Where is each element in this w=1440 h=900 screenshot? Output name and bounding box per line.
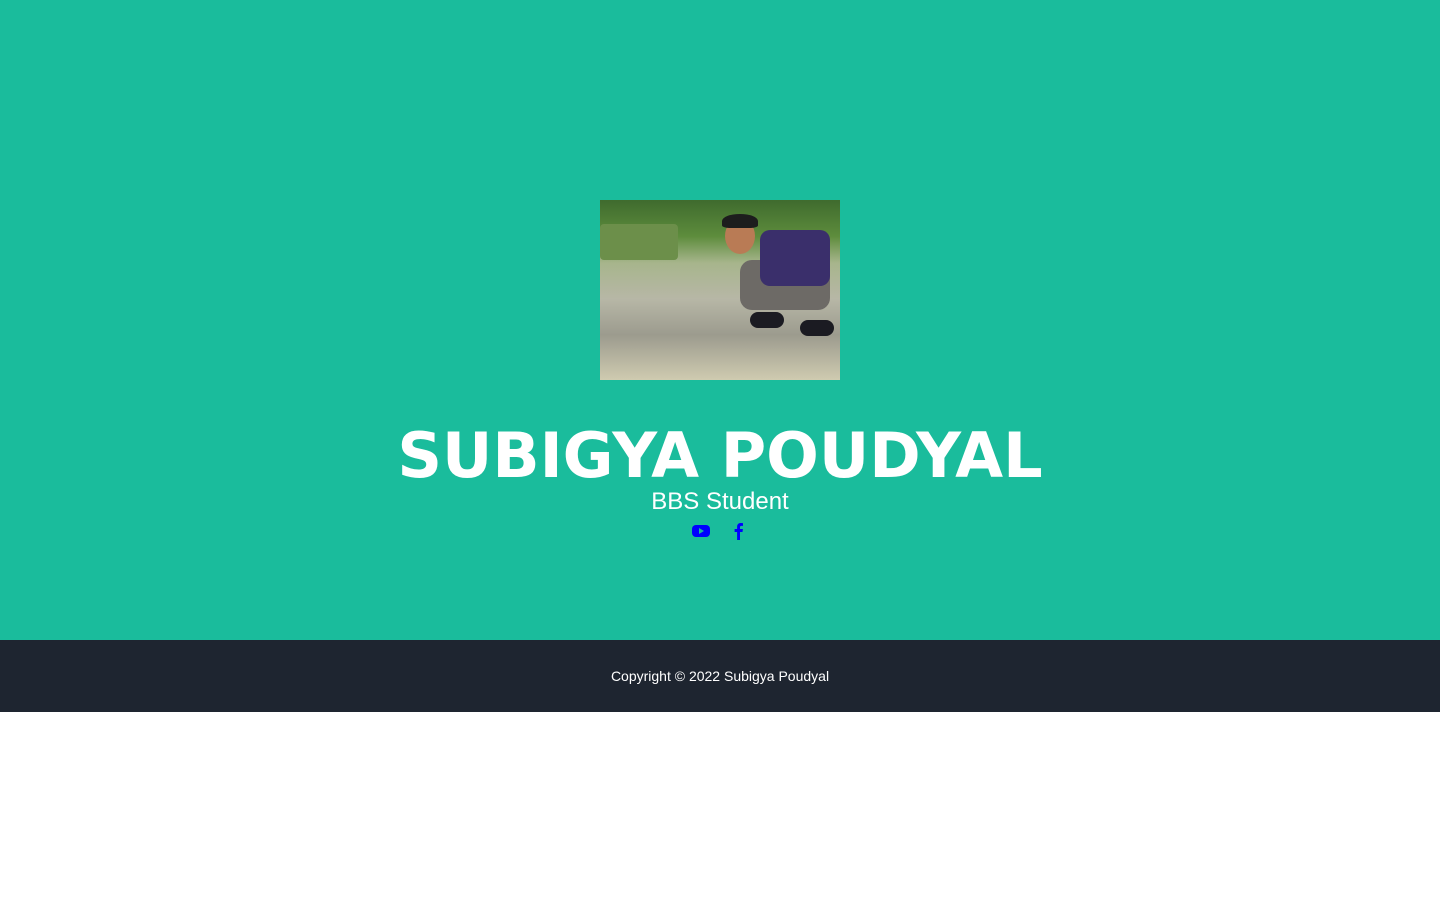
masthead: SUBIGYA POUDYAL BBS Student <box>0 0 1440 640</box>
photo-person-backpack <box>760 230 830 286</box>
photo-hedge <box>600 224 678 260</box>
photo-shoe <box>750 312 784 328</box>
footer: Copyright © 2022 Subigya Poudyal <box>0 640 1440 712</box>
profile-name: SUBIGYA POUDYAL <box>397 419 1043 492</box>
social-links <box>0 522 1440 540</box>
profile-subtitle: BBS Student <box>651 488 789 515</box>
facebook-link[interactable] <box>730 522 748 540</box>
youtube-link[interactable] <box>692 522 710 540</box>
youtube-icon <box>692 525 710 537</box>
photo-person-hair <box>722 214 758 228</box>
facebook-icon <box>734 523 743 540</box>
profile-photo <box>600 200 840 380</box>
copyright-text: Copyright © 2022 Subigya Poudyal <box>610 668 830 684</box>
photo-shoe <box>800 320 834 336</box>
